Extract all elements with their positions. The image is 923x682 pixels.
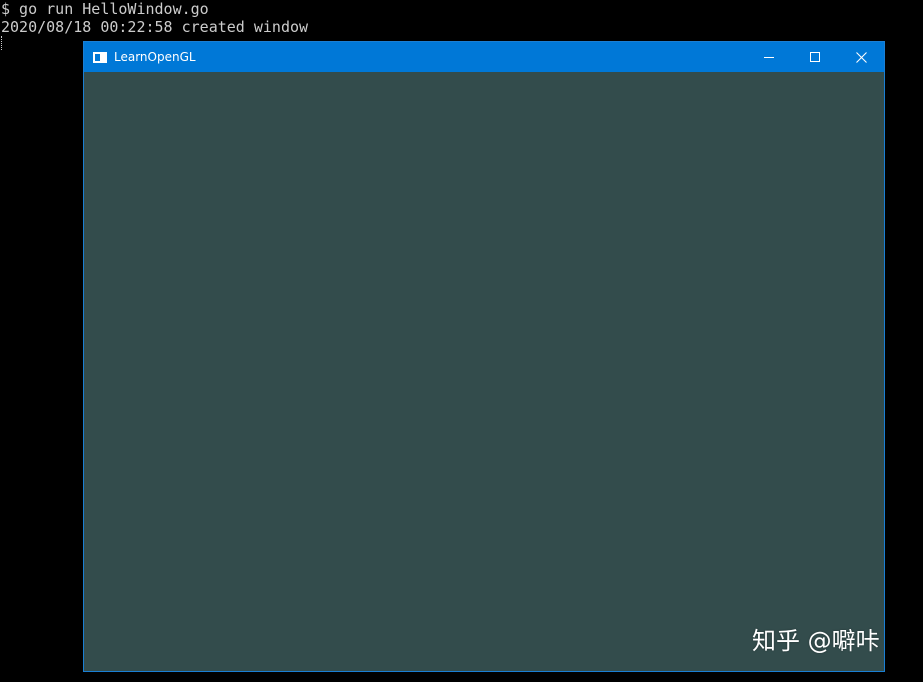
close-button[interactable] — [838, 42, 884, 72]
caption-buttons — [746, 42, 884, 72]
minimize-button[interactable] — [746, 42, 792, 72]
window-title: LearnOpenGL — [114, 50, 196, 64]
terminal-command-line: $ go run HelloWindow.go — [1, 0, 209, 18]
terminal-cursor — [1, 36, 3, 50]
terminal-log-line: 2020/08/18 00:22:58 created window — [1, 18, 309, 36]
maximize-icon — [810, 52, 820, 62]
maximize-button[interactable] — [792, 42, 838, 72]
opengl-render-area[interactable] — [84, 72, 884, 671]
close-icon — [855, 51, 867, 63]
window-app-icon[interactable] — [92, 51, 108, 63]
learnopengl-window[interactable]: LearnOpenGL — [83, 41, 885, 672]
window-titlebar[interactable]: LearnOpenGL — [84, 42, 884, 72]
zhihu-watermark: 知乎 @噼咔 — [752, 627, 880, 655]
minimize-icon — [764, 57, 774, 58]
